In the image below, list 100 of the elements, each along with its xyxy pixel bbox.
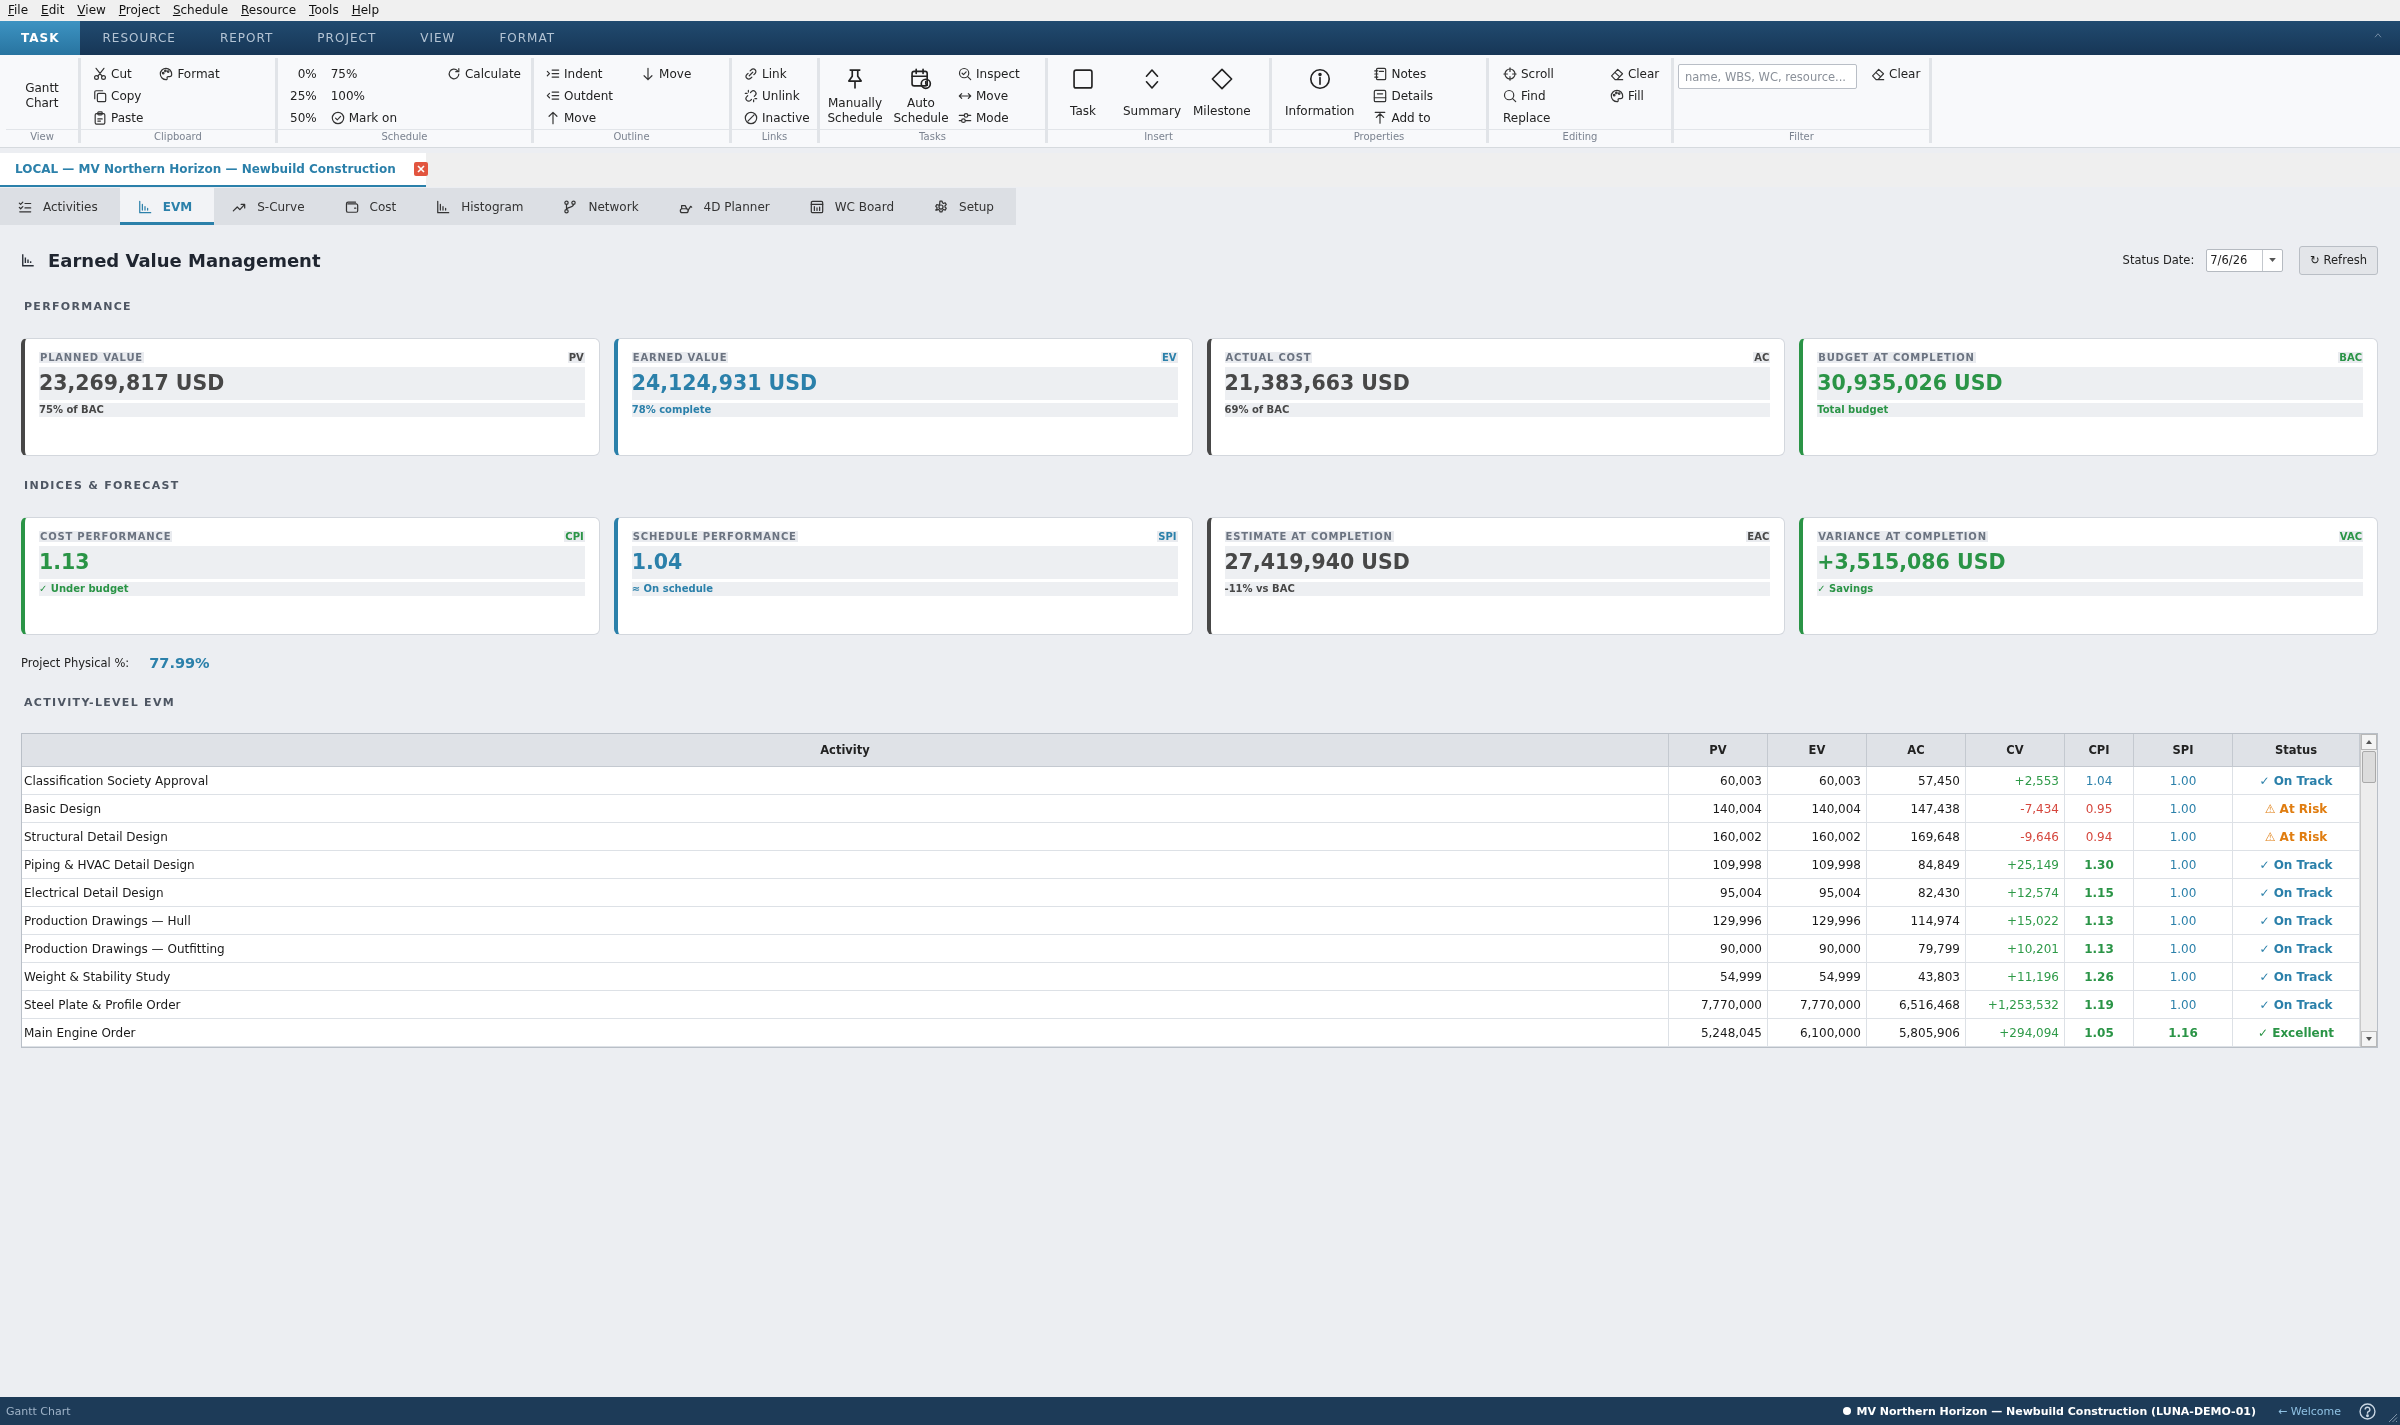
ribbon-button[interactable]: Mode [956, 107, 1022, 129]
status-cell: ⚠ At Risk [2232, 794, 2360, 823]
ribbon-button[interactable]: Indent [544, 63, 616, 85]
ribbon-tab[interactable]: VIEW [398, 21, 478, 55]
help-icon[interactable] [2359, 1402, 2376, 1420]
ribbon-button[interactable]: 0% [295, 63, 319, 85]
table-cell: 1.15 [2064, 878, 2134, 907]
menu-item[interactable]: Project [118, 3, 160, 18]
ribbon-button[interactable]: Clear [1869, 63, 1923, 85]
ribbon-button[interactable]: 50% [288, 107, 319, 129]
group-label: View [6, 129, 78, 143]
ribbon-tab[interactable]: PROJECT [295, 21, 399, 55]
ribbon-button[interactable]: Task [1052, 63, 1114, 129]
ribbon-button[interactable]: Move [544, 107, 616, 129]
ribbon-button[interactable]: Details [1371, 85, 1436, 107]
ribbon-button[interactable]: Add to [1371, 107, 1436, 129]
page-tab[interactable]: 4D Planner [660, 188, 792, 225]
ribbon-button[interactable]: Copy [91, 85, 146, 107]
page-tab[interactable]: EVM [119, 188, 215, 225]
table-cell: 0.94 [2064, 822, 2134, 851]
ribbon-button[interactable]: 75% [328, 63, 400, 85]
branch-icon [563, 199, 578, 214]
menu-item[interactable]: Resource [241, 3, 297, 18]
menu-item[interactable]: Edit [41, 3, 65, 18]
ribbon-button[interactable]: Gantt Chart [11, 63, 73, 129]
caret-down-icon [2269, 258, 2277, 262]
ribbon-button[interactable]: Information [1282, 63, 1358, 129]
welcome-link[interactable]: ← Welcome [2277, 1404, 2341, 1418]
check-circle-icon [330, 111, 345, 125]
ribbon-button[interactable]: Move [956, 85, 1022, 107]
ribbon-button[interactable]: Calculate [444, 63, 523, 85]
ribbon-button[interactable]: Summary [1120, 63, 1184, 129]
ribbon-button[interactable]: Fill [1607, 85, 1662, 107]
ribbon-button[interactable]: 100% [328, 85, 400, 107]
chevron-up-icon[interactable] [2374, 33, 2382, 38]
scrollbar[interactable] [2360, 734, 2377, 1047]
ribbon-button[interactable]: Notes [1371, 63, 1436, 85]
ribbon-button[interactable]: Outdent [544, 85, 616, 107]
group-label: Insert [1048, 129, 1269, 143]
page-tab[interactable]: S-Curve [214, 188, 327, 225]
ribbon-button[interactable]: Milestone [1190, 63, 1254, 129]
filter-input[interactable]: name, WBS, WC, resource... [1678, 64, 1857, 89]
ribbon-button[interactable]: Scroll [1501, 63, 1556, 85]
table-cell: 7,770,000 [1767, 990, 1867, 1019]
ribbon-button[interactable]: Paste [91, 107, 146, 129]
kpi-abbreviation: AC [1753, 352, 1771, 363]
scroll-down-icon[interactable] [2361, 1031, 2377, 1047]
table-cell: 79,799 [1866, 934, 1966, 963]
ribbon-tab[interactable]: REPORT [197, 21, 296, 55]
scrollbar-thumb[interactable] [2362, 751, 2376, 783]
ribbon-button[interactable]: Inspect [956, 63, 1022, 85]
table-cell: 109,998 [1668, 850, 1768, 879]
ribbon-tab[interactable]: TASK [0, 21, 81, 55]
ribbon-button[interactable]: 25% [288, 85, 319, 107]
group-label: Editing [1489, 129, 1671, 143]
scroll-up-icon[interactable] [2361, 734, 2377, 750]
table-cell: 60,003 [1668, 766, 1768, 795]
document-tab[interactable]: LOCAL — MV Northern Horizon — Newbuild Construction [0, 153, 426, 187]
ribbon-button[interactable]: Link [742, 63, 812, 85]
table-cell: Piping & HVAC Detail Design [22, 850, 1669, 879]
table-cell: 109,998 [1767, 850, 1867, 879]
resize-grip-icon[interactable] [2388, 1413, 2398, 1423]
indent-icon [546, 67, 560, 81]
kpi-value: 1.04 [631, 546, 1178, 579]
page-tab[interactable]: Cost [326, 188, 419, 225]
menu-item[interactable]: Schedule [172, 3, 229, 18]
ribbon-button[interactable]: Unlink [742, 85, 812, 107]
ribbon-button[interactable]: Clear [1607, 63, 1662, 85]
kpi-note: ≈ On schedule [631, 582, 1178, 596]
table-cell: +12,574 [1965, 878, 2065, 907]
page-tab[interactable]: Activities [0, 188, 120, 225]
ribbon-tab[interactable]: RESOURCE [80, 21, 198, 55]
ribbon-button[interactable]: Manually Schedule [824, 63, 886, 129]
ribbon-button[interactable]: Inactive [742, 107, 812, 129]
date-dropdown[interactable]: 7/6/26 [2206, 248, 2284, 272]
ribbon-button[interactable]: Format [157, 63, 222, 85]
refresh-button[interactable]: ↻ Refresh [2299, 245, 2378, 275]
table-cell: Weight & Stability Study [22, 962, 1669, 991]
page-tab[interactable]: Network [545, 188, 661, 225]
ribbon-button[interactable]: Move [639, 63, 694, 85]
ribbon-button[interactable]: Replace [1501, 107, 1556, 129]
page-tab[interactable]: Setup [916, 188, 1016, 225]
ribbon-button[interactable]: Mark on [328, 107, 400, 129]
crosshair-icon [1503, 67, 1517, 81]
menu-item[interactable]: File [8, 3, 29, 18]
diamond-icon [1210, 68, 1233, 90]
page-tab[interactable]: Histogram [418, 188, 546, 225]
close-icon[interactable] [413, 162, 428, 176]
page-tab[interactable]: WC Board [791, 188, 917, 225]
ribbon-button[interactable]: Cut [91, 63, 146, 85]
menu-item[interactable]: View [77, 3, 106, 18]
menu-item[interactable]: Help [351, 3, 380, 18]
table-cell: 6,100,000 [1767, 1018, 1867, 1047]
kpi-note: ✓ Under budget [39, 582, 585, 596]
menu-item[interactable]: Tools [309, 3, 339, 18]
ribbon-tab[interactable]: FORMAT [477, 21, 578, 55]
ribbon-button[interactable]: Auto Schedule [890, 63, 952, 129]
bar-chart-icon [436, 199, 451, 214]
table-cell: 1.00 [2133, 850, 2233, 879]
ribbon-button[interactable]: Find [1501, 85, 1556, 107]
